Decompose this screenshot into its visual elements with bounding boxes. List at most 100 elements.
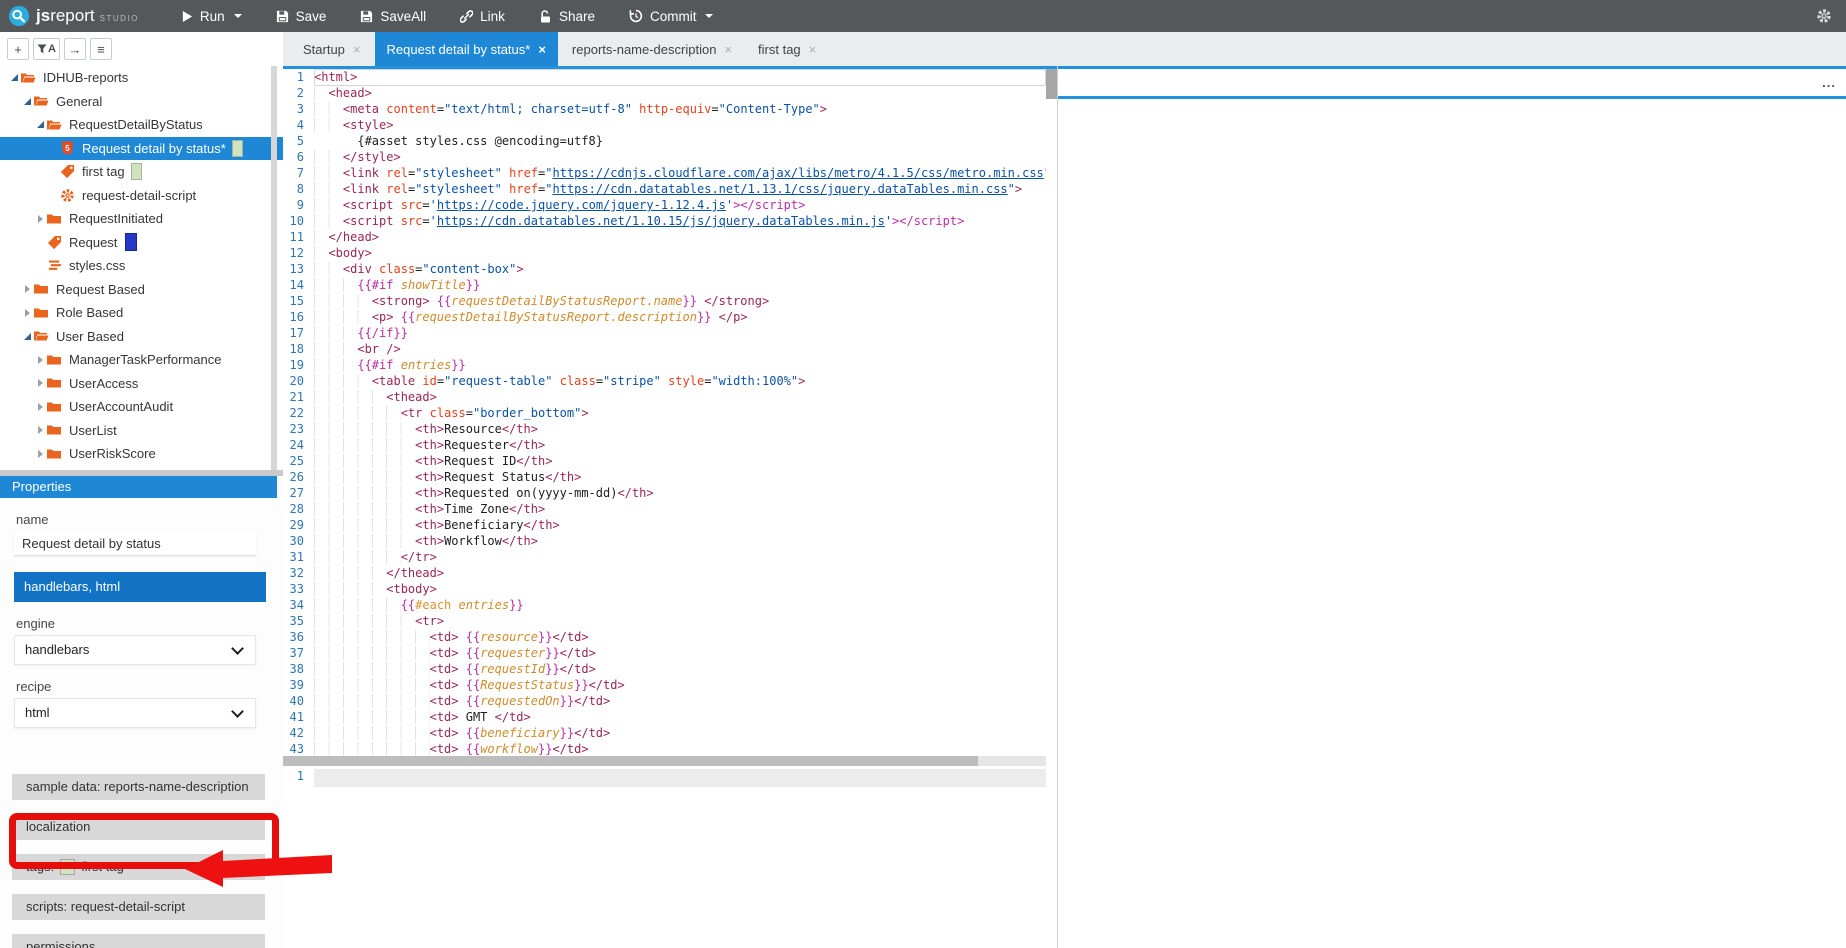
code-line[interactable]: 12 <body>	[283, 245, 1046, 261]
editor-horizontal-scrollbar[interactable]	[283, 756, 1046, 766]
editor-tab[interactable]: first tag×	[746, 32, 828, 66]
tab-close-icon[interactable]: ×	[353, 42, 361, 57]
commit-button[interactable]: Commit	[629, 9, 714, 24]
code-line[interactable]: 2 <head>	[283, 85, 1046, 101]
code-line[interactable]: 22 <tr class="border_bottom">	[283, 405, 1046, 421]
tree-item[interactable]: styles.css	[0, 254, 283, 278]
code-line[interactable]: 21 <thead>	[283, 389, 1046, 405]
link-button[interactable]: Link	[460, 9, 505, 24]
secondary-editor[interactable]: 1	[283, 768, 1046, 788]
section-localization[interactable]: localization	[12, 814, 265, 840]
code-line[interactable]: 1<html>	[283, 69, 1046, 85]
engine-select[interactable]: handlebars	[14, 635, 256, 665]
code-line[interactable]: 29 <th>Beneficiary</th>	[283, 517, 1046, 533]
editor-vertical-scrollbar-thumb[interactable]	[1046, 69, 1057, 99]
tab-close-icon[interactable]: ×	[538, 42, 546, 57]
preview-options-button[interactable]: ...	[1822, 69, 1836, 96]
caret-collapsed-icon[interactable]	[34, 356, 46, 364]
caret-collapsed-icon[interactable]	[34, 426, 46, 434]
caret-collapsed-icon[interactable]	[34, 403, 46, 411]
run-button[interactable]: Run	[181, 9, 242, 24]
tree-item[interactable]: Request Based	[0, 278, 283, 302]
section-permissions[interactable]: permissions	[12, 934, 265, 948]
editor-tab[interactable]: Startup×	[291, 32, 373, 66]
tree-item[interactable]: first tag	[0, 160, 283, 184]
code-editor[interactable]: 1<html>2 <head>3 <meta content="text/htm…	[283, 69, 1046, 756]
menu-button[interactable]: ≡	[90, 38, 112, 60]
caret-collapsed-icon[interactable]	[34, 379, 46, 387]
caret-collapsed-icon[interactable]	[34, 450, 46, 458]
tree-item[interactable]: IDHUB-reports	[0, 66, 283, 90]
tree-item[interactable]: 5Request detail by status*	[0, 137, 283, 161]
code-line[interactable]: 14 {{#if showTitle}}	[283, 277, 1046, 293]
code-line[interactable]: 9 <script src='https://code.jquery.com/j…	[283, 197, 1046, 213]
tree-item[interactable]: UserAccountAudit	[0, 395, 283, 419]
editor-tab[interactable]: Request detail by status*×	[375, 32, 558, 66]
tree-item[interactable]: General	[0, 90, 283, 114]
tree-scrollbar[interactable]	[271, 66, 277, 470]
code-line[interactable]: 42 <td> {{beneficiary}}</td>	[283, 725, 1046, 741]
name-input[interactable]	[14, 531, 256, 556]
caret-expanded-icon[interactable]	[21, 333, 33, 340]
code-line[interactable]: 43 <td> {{workflow}}</td>	[283, 741, 1046, 756]
code-line[interactable]: 33 <tbody>	[283, 581, 1046, 597]
caret-collapsed-icon[interactable]	[21, 285, 33, 293]
scrollbar-thumb[interactable]	[283, 756, 978, 766]
code-line[interactable]: 11 </head>	[283, 229, 1046, 245]
tree-item[interactable]: UserRiskScore	[0, 442, 283, 466]
code-line[interactable]: 30 <th>Workflow</th>	[283, 533, 1046, 549]
code-line[interactable]: 28 <th>Time Zone</th>	[283, 501, 1046, 517]
code-line[interactable]: 20 <table id="request-table" class="stri…	[283, 373, 1046, 389]
tree-item[interactable]: Role Based	[0, 301, 283, 325]
tree-item[interactable]: Request	[0, 231, 283, 255]
code-line[interactable]: 16 <p> {{requestDetailByStatusReport.des…	[283, 309, 1046, 325]
code-line[interactable]: 34 {{#each entries}}	[283, 597, 1046, 613]
code-line[interactable]: 7 <link rel="stylesheet" href="https://c…	[283, 165, 1046, 181]
section-first[interactable]: tags:first tag	[12, 854, 265, 880]
caret-expanded-icon[interactable]	[21, 98, 33, 105]
code-line[interactable]: 25 <th>Request ID</th>	[283, 453, 1046, 469]
section-scripts[interactable]: scripts: request-detail-script	[12, 894, 265, 920]
settings-gear-icon[interactable]	[1816, 8, 1832, 24]
tree-item[interactable]: ManagerTaskPerformance	[0, 348, 283, 372]
template-engine-bar[interactable]: handlebars, html	[14, 572, 266, 602]
recipe-select[interactable]: html	[14, 698, 256, 728]
code-line[interactable]: 39 <td> {{RequestStatus}}</td>	[283, 677, 1046, 693]
code-line[interactable]: 13 <div class="content-box">	[283, 261, 1046, 277]
code-line[interactable]: 32 </thead>	[283, 565, 1046, 581]
code-line[interactable]: 37 <td> {{requester}}</td>	[283, 645, 1046, 661]
share-button[interactable]: Share	[539, 9, 595, 24]
tree-item[interactable]: request-detail-script	[0, 184, 283, 208]
code-line[interactable]: 17 {{/if}}	[283, 325, 1046, 341]
code-line[interactable]: 31 </tr>	[283, 549, 1046, 565]
tab-close-icon[interactable]: ×	[809, 42, 817, 57]
code-line[interactable]: 35 <tr>	[283, 613, 1046, 629]
tree-item[interactable]: RequestInitiated	[0, 207, 283, 231]
code-line[interactable]: 27 <th>Requested on(yyyy-mm-dd)</th>	[283, 485, 1046, 501]
code-line[interactable]: 26 <th>Request Status</th>	[283, 469, 1046, 485]
tree-item[interactable]: User Based	[0, 325, 283, 349]
collapse-button[interactable]: →	[64, 38, 86, 60]
code-line[interactable]: 10 <script src='https://cdn.datatables.n…	[283, 213, 1046, 229]
code-line[interactable]: 6 </style>	[283, 149, 1046, 165]
code-line[interactable]: 40 <td> {{requestedOn}}</td>	[283, 693, 1046, 709]
code-line[interactable]: 41 <td> GMT </td>	[283, 709, 1046, 725]
code-line[interactable]: 4 <style>	[283, 117, 1046, 133]
save-all-button[interactable]: SaveAll	[360, 9, 426, 24]
caret-collapsed-icon[interactable]	[21, 309, 33, 317]
tree-item[interactable]: UserList	[0, 419, 283, 443]
filter-button[interactable]: A	[33, 38, 60, 60]
save-button[interactable]: Save	[276, 9, 327, 24]
code-line[interactable]: 18 <br />	[283, 341, 1046, 357]
code-line[interactable]: 5 {#asset styles.css @encoding=utf8}	[283, 133, 1046, 149]
code-line[interactable]: 24 <th>Requester</th>	[283, 437, 1046, 453]
code-line[interactable]: 8 <link rel="stylesheet" href="https://c…	[283, 181, 1046, 197]
caret-expanded-icon[interactable]	[34, 121, 46, 128]
tree-item[interactable]: UserAccess	[0, 372, 283, 396]
add-entity-button[interactable]: +	[7, 38, 29, 60]
section-sample[interactable]: sample data: reports-name-description	[12, 774, 265, 800]
caret-collapsed-icon[interactable]	[34, 215, 46, 223]
code-line[interactable]: 38 <td> {{requestId}}</td>	[283, 661, 1046, 677]
jsreport-logo[interactable]: jsreport STUDIO	[0, 5, 139, 27]
tree-item[interactable]: RequestDetailByStatus	[0, 113, 283, 137]
